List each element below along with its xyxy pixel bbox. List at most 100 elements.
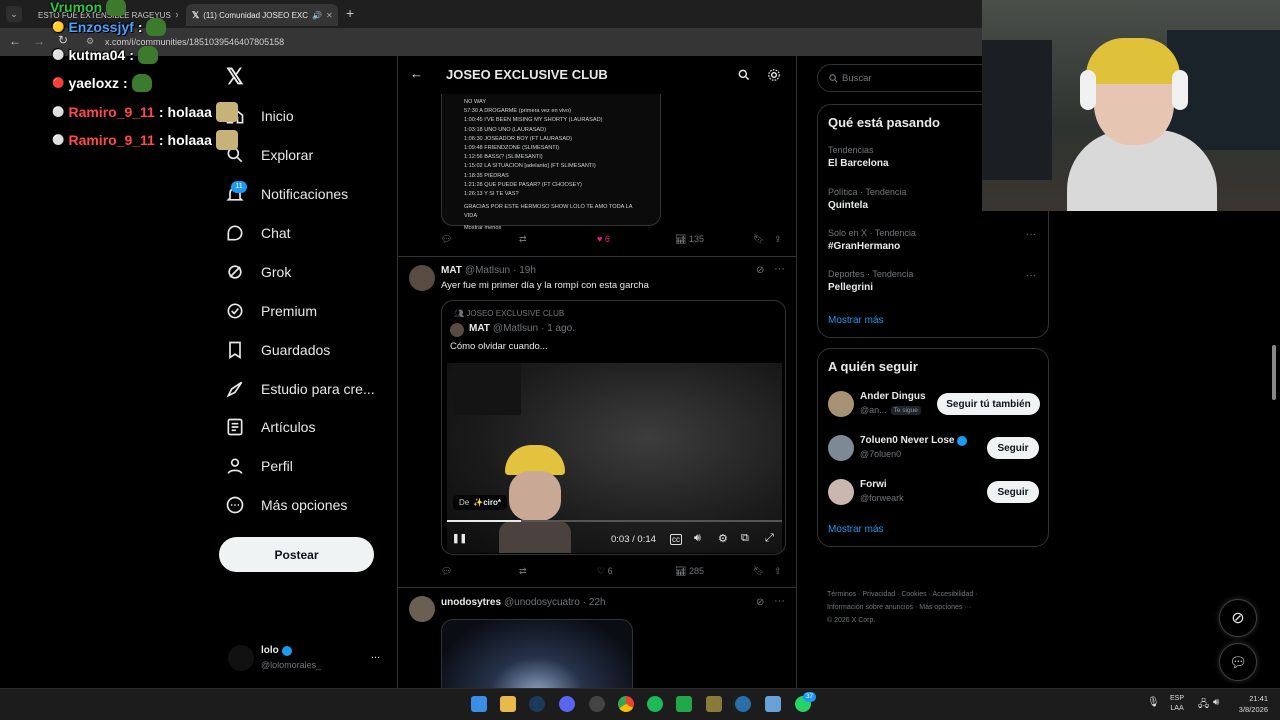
grok-floating-button[interactable]: ⊘ [1219, 599, 1257, 637]
ccleaner-icon[interactable] [735, 696, 751, 712]
volume-icon[interactable]: 🔊︎ [694, 532, 701, 545]
follow-item[interactable]: Forwi @forweark Seguir [828, 477, 1040, 509]
sidebar-item-mas-opciones[interactable]: Más opciones [225, 495, 347, 515]
video-progress-track[interactable] [447, 520, 782, 522]
more-icon[interactable]: ··· [774, 263, 785, 275]
sidebar-item-guardados[interactable]: Guardados [225, 340, 330, 360]
search-icon[interactable] [737, 68, 751, 82]
post-author-name[interactable]: MAT [441, 265, 462, 276]
repost-icon[interactable]: ⇄ [519, 234, 527, 245]
reply-icon[interactable]: 💬︎ [441, 234, 452, 245]
back-icon[interactable]: ← [9, 34, 21, 48]
chat-floating-button[interactable]: 💬︎ [1219, 643, 1257, 681]
footer-link[interactable]: Información sobre anuncios [827, 604, 913, 611]
show-less-link[interactable]: Mostrar menos [464, 224, 638, 233]
more-icon[interactable]: ··· [1026, 229, 1036, 240]
pip-icon[interactable]: ⧉ [741, 532, 749, 545]
bookmark-icon[interactable]: 🔖︎ [753, 566, 764, 577]
post-avatar[interactable] [409, 265, 435, 291]
language-indicator[interactable]: ESP LAA [1170, 694, 1184, 714]
footer-link[interactable]: Términos [827, 591, 856, 598]
post-author-handle[interactable]: @Matlsun [465, 265, 510, 276]
close-icon[interactable]: ✕ [326, 11, 333, 20]
more-icon[interactable]: ··· [1026, 270, 1036, 281]
app-icon[interactable] [676, 696, 692, 712]
new-tab-button[interactable]: + [346, 5, 354, 21]
quoted-post[interactable]: 👥︎ JOSEO EXCLUSIVE CLUB MAT @Matlsun · 1… [441, 300, 786, 555]
captions-icon[interactable]: cc [670, 534, 682, 545]
like-button[interactable]: ♡ 6 [597, 566, 613, 577]
follow-back-button[interactable]: Seguir tú también [937, 393, 1040, 415]
discord-icon[interactable] [559, 696, 575, 712]
sidebar-item-articulos[interactable]: Artículos [225, 417, 315, 437]
settings-icon[interactable]: ⚙ [718, 532, 728, 545]
views-button[interactable]: 📊︎ 135 [675, 234, 704, 245]
speaker-icon[interactable]: 🔊 [312, 11, 322, 20]
show-more-link[interactable]: Mostrar más [828, 315, 884, 326]
forward-icon[interactable]: → [33, 34, 45, 48]
views-button[interactable]: 📊︎ 285 [675, 566, 704, 577]
reply-icon[interactable]: 💬︎ [441, 566, 452, 577]
start-icon[interactable] [471, 696, 487, 712]
trend-item[interactable]: Deportes · Tendencia Pellegrini [828, 269, 913, 293]
footer-link[interactable]: Cookies [901, 591, 926, 598]
footer-link[interactable]: Privacidad [862, 591, 895, 598]
post-author-name[interactable]: unodosytres [441, 597, 501, 608]
x-logo-icon[interactable]: 𝕏 [226, 64, 244, 90]
share-icon[interactable]: ⇪ [774, 566, 782, 577]
back-arrow-icon[interactable]: ← [410, 66, 423, 81]
post-media[interactable] [441, 619, 633, 688]
sidebar-item-estudio[interactable]: Estudio para cre... [225, 379, 375, 399]
account-switcher[interactable]: lolo @lolomorales_ ... [228, 643, 383, 673]
follow-item[interactable]: Ander Dingus @an... Te sigue Seguir tú t… [828, 389, 1040, 421]
gear-icon[interactable] [767, 68, 781, 82]
sidebar-item-premium[interactable]: Premium [225, 301, 317, 321]
repost-icon[interactable]: ⇄ [519, 566, 527, 577]
post-avatar[interactable] [409, 596, 435, 622]
notepad-icon[interactable] [765, 696, 781, 712]
sidebar-item-chat[interactable]: Chat [225, 223, 291, 243]
follow-item[interactable]: 7oluen0 Never Lose @7oluen0 Seguir [828, 433, 1040, 465]
trend-item[interactable]: Tendencias El Barcelona [828, 145, 889, 169]
tab-search-button[interactable]: ⌄ [6, 6, 22, 22]
app-icon[interactable] [589, 696, 605, 712]
bookmark-icon[interactable]: 🔖︎ [753, 234, 764, 245]
browser-tab-active[interactable]: 𝕏 (11) Comunidad JOSEO EXC 🔊 ✕ [186, 4, 338, 26]
mic-icon[interactable]: 🎙︎ [1147, 697, 1160, 708]
like-button[interactable]: ♥ 6 [597, 234, 610, 244]
post-author-handle[interactable]: @unodosycuatro [504, 597, 580, 608]
sidebar-item-perfil[interactable]: Perfil [225, 456, 293, 476]
video-player[interactable]: De ✨ciro* ❚❚ 0:03 / 0:14 cc 🔊︎ ⚙ ⧉ ⤢ [447, 363, 782, 553]
post-button[interactable]: Postear [219, 537, 374, 572]
from-name[interactable]: ✨ciro* [473, 498, 501, 507]
volume-icon[interactable]: 🔊︎ [1213, 697, 1219, 708]
trend-item[interactable]: Política · Tendencia Quintela [828, 187, 906, 211]
footer-link[interactable]: Accesibilidad [932, 591, 973, 598]
sidebar-item-explorar[interactable]: Explorar [225, 145, 313, 165]
page-scrollbar[interactable] [1272, 345, 1276, 400]
sidebar-item-grok[interactable]: Grok [225, 262, 291, 282]
file-explorer-icon[interactable] [500, 696, 516, 712]
post-image-tracklist[interactable]: NO WAY 57:30 A DROGARME (primera vez en … [441, 94, 661, 231]
spotify-icon[interactable] [647, 696, 663, 712]
grok-icon[interactable]: ⊘ [756, 265, 764, 276]
fullscreen-icon[interactable]: ⤢ [765, 532, 774, 545]
more-icon[interactable]: ... [371, 649, 380, 661]
pause-icon[interactable]: ❚❚ [452, 533, 467, 544]
follow-button[interactable]: Seguir [987, 437, 1039, 459]
chrome-icon[interactable] [618, 696, 634, 712]
follow-button[interactable]: Seguir [987, 481, 1039, 503]
clock[interactable]: 21:41 3/8/2026 [1232, 693, 1268, 715]
trend-item[interactable]: Solo en X · Tendencia #GranHermano [828, 228, 916, 252]
show-more-link[interactable]: Mostrar más [828, 524, 884, 535]
share-icon[interactable]: ⇪ [774, 234, 782, 245]
network-icon[interactable]: 🖧︎ [1198, 697, 1209, 714]
more-icon[interactable]: ··· [774, 595, 785, 607]
post-time[interactable]: · 22h [583, 597, 606, 608]
grok-icon[interactable]: ⊘ [756, 597, 764, 608]
post-time[interactable]: · 19h [513, 265, 536, 276]
footer-link[interactable]: Más opciones ··· [919, 604, 971, 611]
close-icon[interactable]: ✕ [175, 11, 178, 20]
app-icon[interactable] [706, 696, 722, 712]
steam-icon[interactable] [529, 696, 545, 712]
